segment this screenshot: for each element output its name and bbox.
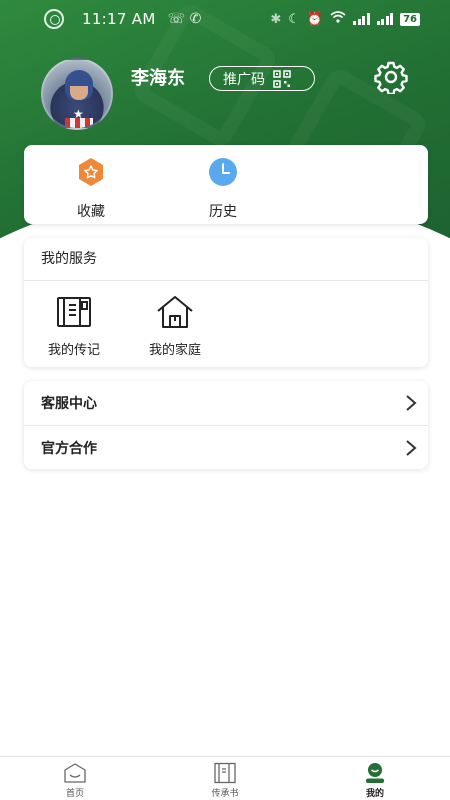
tab-mine[interactable]: 我的	[300, 757, 450, 800]
avatar-face	[70, 86, 88, 100]
bluetooth-icon: ✱	[270, 11, 282, 27]
my-biography-button[interactable]: 我的传记	[34, 294, 114, 358]
signal-2-icon	[376, 13, 394, 25]
alarm-icon: ⏰	[306, 11, 324, 27]
chevron-right-icon	[404, 439, 418, 457]
chevron-right-icon	[404, 394, 418, 412]
promo-code-button[interactable]: 推广码	[209, 66, 315, 91]
my-family-button[interactable]: 我的家庭	[135, 294, 215, 358]
tab-home-label: 首页	[65, 789, 84, 799]
avatar[interactable]: ★	[41, 58, 113, 130]
tab-home[interactable]: 首页	[0, 757, 150, 800]
book-icon	[213, 762, 237, 784]
family-house-icon	[155, 294, 195, 330]
settings-gear-icon[interactable]	[374, 60, 408, 96]
qr-code-icon	[273, 69, 291, 88]
my-services-card: 我的服务 我的传记 我的家庭	[24, 238, 428, 367]
home-icon	[63, 762, 87, 784]
my-family-label: 我的家庭	[148, 343, 201, 358]
bottom-tab-bar: 首页 传承书 我的	[0, 756, 450, 800]
user-name: 李海东	[131, 68, 185, 89]
battery-icon: 76	[400, 12, 420, 26]
tab-mine-label: 我的	[365, 789, 384, 799]
quick-actions-card: 收藏 历史	[24, 145, 428, 224]
official-cooperation-row[interactable]: 官方合作	[24, 425, 428, 469]
status-right: ✱ ☾ ⏰ 76	[270, 11, 420, 27]
favorites-button[interactable]: 收藏	[51, 155, 131, 221]
tab-heritage-book-label: 传承书	[211, 789, 239, 799]
customer-service-row[interactable]: 客服中心	[24, 381, 428, 425]
official-cooperation-label: 官方合作	[41, 440, 97, 457]
promo-code-label: 推广码	[223, 71, 265, 88]
moon-icon: ☾	[288, 11, 300, 27]
history-button[interactable]: 历史	[183, 155, 263, 221]
status-bar: 11:17 AM ☏ ✆ ✱ ☾ ⏰ 76	[0, 0, 450, 38]
favorites-label: 收藏	[77, 204, 105, 220]
status-time: 11:17 AM	[82, 10, 156, 28]
camera-status-icon	[44, 9, 64, 29]
services-title: 我的服务	[24, 238, 428, 281]
history-label: 历史	[209, 204, 237, 220]
customer-service-label: 客服中心	[41, 396, 97, 412]
carrier-icons: ☏ ✆	[167, 11, 202, 27]
my-biography-label: 我的传记	[47, 343, 100, 358]
wifi-icon	[330, 11, 346, 27]
menu-list-card: 客服中心 官方合作	[24, 381, 428, 469]
biography-book-icon	[54, 294, 94, 330]
signal-1-icon	[353, 13, 370, 25]
profile-icon	[363, 762, 387, 784]
history-clock-icon	[206, 155, 240, 189]
tab-heritage-book[interactable]: 传承书	[150, 757, 300, 800]
favorites-star-icon	[74, 155, 108, 189]
